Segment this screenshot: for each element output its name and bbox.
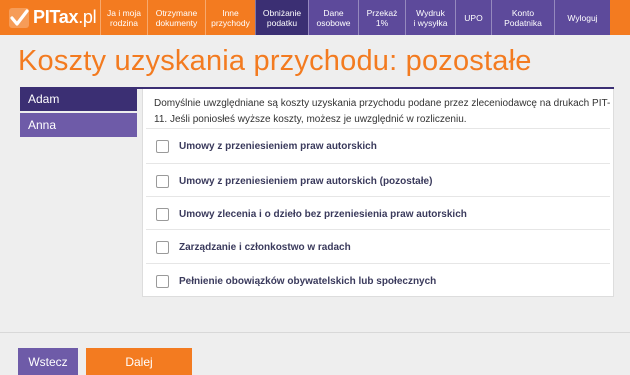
option-label: Pełnienie obowiązków obywatelskich lub s…	[179, 275, 437, 287]
person-tab-anna[interactable]: Anna	[20, 113, 137, 137]
logo-text: PITax.pl	[33, 7, 97, 27]
nav-upo[interactable]: UPO	[455, 0, 491, 35]
top-navigation-bar: PITax.pl Ja i moja rodzina Otrzymane dok…	[0, 0, 630, 35]
checkmark-logo-icon	[9, 7, 29, 28]
nav-dane-osobowe[interactable]: Dane osobowe	[308, 0, 358, 35]
next-button[interactable]: Dalej	[86, 348, 192, 375]
page-title: Koszty uzyskania przychodu: pozostałe	[18, 45, 532, 77]
footer-divider	[0, 332, 630, 333]
nav-wydruk-i-wysylka[interactable]: Wydruk i wysyłka	[405, 0, 455, 35]
checkbox[interactable]	[156, 240, 169, 254]
main-menu: Ja i moja rodzina Otrzymane dokumenty In…	[100, 0, 610, 35]
checkbox[interactable]	[156, 274, 169, 288]
checkbox[interactable]	[156, 174, 169, 188]
checkbox[interactable]	[156, 139, 169, 153]
option-row-obowiazki-obywatelskie[interactable]: Pełnienie obowiązków obywatelskich lub s…	[146, 264, 610, 298]
checkbox[interactable]	[156, 207, 169, 221]
nav-otrzymane-dokumenty[interactable]: Otrzymane dokumenty	[147, 0, 205, 35]
option-label: Zarządzanie i członkostwo w radach	[179, 241, 351, 253]
person-tab-adam[interactable]: Adam	[20, 87, 137, 111]
nav-konto-podatnika[interactable]: Konto Podatnika	[491, 0, 554, 35]
option-label: Umowy zlecenia i o dzieło bez przeniesie…	[179, 208, 467, 220]
option-row-zlecenia-dzielo[interactable]: Umowy zlecenia i o dzieło bez przeniesie…	[146, 197, 610, 231]
option-row-autorskie[interactable]: Umowy z przeniesieniem praw autorskich	[146, 129, 610, 163]
nav-obnizanie-podatku[interactable]: Obniżanie podatku	[255, 0, 308, 35]
option-row-autorskie-pozostale[interactable]: Umowy z przeniesieniem praw autorskich (…	[146, 164, 610, 198]
option-row-zarzadzanie[interactable]: Zarządzanie i członkostwo w radach	[146, 230, 610, 264]
option-label: Umowy z przeniesieniem praw autorskich	[179, 140, 377, 152]
nav-przekaz-1-procent[interactable]: Przekaż 1%	[358, 0, 405, 35]
option-label: Umowy z przeniesieniem praw autorskich (…	[179, 175, 433, 187]
back-button[interactable]: Wstecz	[18, 348, 78, 375]
nav-wyloguj[interactable]: Wyloguj	[554, 0, 610, 35]
nav-ja-i-moja-rodzina[interactable]: Ja i moja rodzina	[100, 0, 147, 35]
nav-inne-przychody[interactable]: Inne przychody	[205, 0, 255, 35]
intro-text: Domyślnie uwzględniane są koszty uzyskan…	[154, 98, 611, 125]
logo[interactable]: PITax.pl	[0, 0, 100, 35]
